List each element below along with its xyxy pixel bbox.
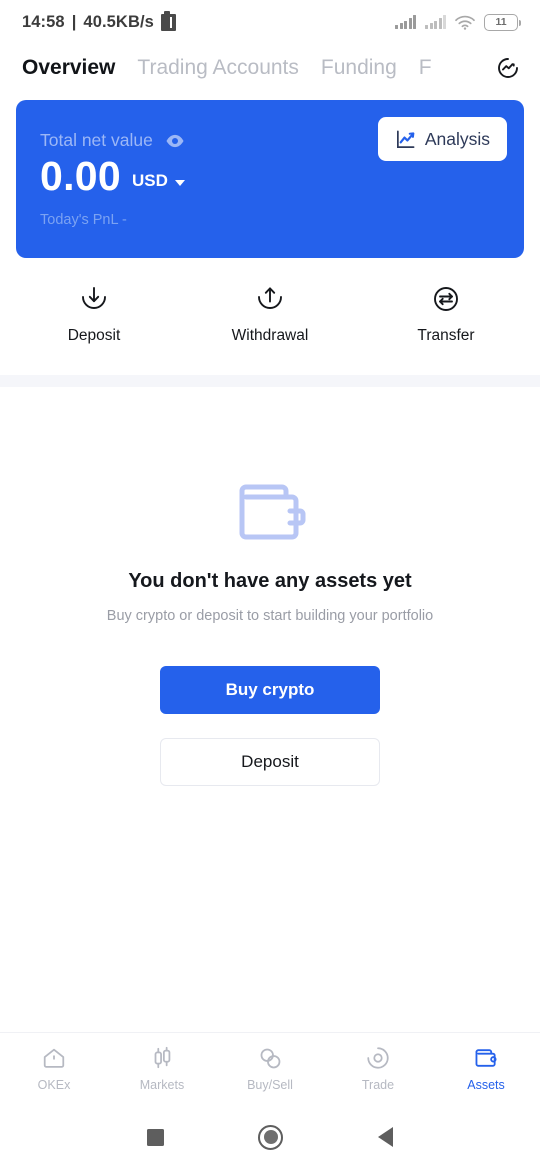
quick-actions: Deposit Withdrawal Transfer bbox=[0, 284, 540, 345]
deposit-action[interactable]: Deposit bbox=[6, 284, 182, 345]
battery-indicator: 11 bbox=[484, 13, 521, 31]
transfer-circle-icon bbox=[434, 287, 458, 311]
chevron-down-icon[interactable] bbox=[174, 180, 185, 187]
balance-card: Total net value 0.00 USD Today's PnL - A… bbox=[16, 100, 524, 258]
nav-label-trade: Trade bbox=[361, 1078, 395, 1092]
nav-item-assets[interactable]: Assets bbox=[432, 1045, 540, 1092]
top-tab-bar[interactable]: Overview Trading Accounts Funding F bbox=[0, 44, 540, 92]
recents-square-icon[interactable] bbox=[147, 1128, 165, 1146]
nav-item-trade[interactable]: Trade bbox=[324, 1045, 432, 1092]
bottom-navigation: OKEx Markets Buy/Sell Trade Assets bbox=[0, 1032, 540, 1104]
app-notification-icon bbox=[160, 10, 176, 31]
tab-funding[interactable]: Funding bbox=[321, 56, 397, 80]
battery-level: 11 bbox=[495, 16, 507, 28]
line-chart-icon bbox=[396, 130, 415, 148]
tab-trading-accounts[interactable]: Trading Accounts bbox=[137, 56, 298, 80]
deposit-button[interactable]: Deposit bbox=[160, 738, 380, 786]
tab-bar-fade bbox=[456, 44, 490, 92]
empty-state-title: You don't have any assets yet bbox=[128, 570, 412, 592]
status-time: 14:58 bbox=[22, 12, 65, 31]
nav-item-markets[interactable]: Markets bbox=[108, 1045, 216, 1092]
withdrawal-action-label: Withdrawal bbox=[231, 327, 309, 344]
total-net-value-label: Total net value bbox=[40, 130, 153, 150]
tab-financial[interactable]: F bbox=[419, 56, 432, 80]
status-bar-right: 11 bbox=[395, 13, 521, 31]
section-divider bbox=[0, 375, 540, 387]
todays-pnl-value: - bbox=[122, 212, 127, 229]
upload-circle-icon bbox=[258, 287, 282, 309]
home-icon bbox=[43, 1048, 65, 1068]
eye-icon[interactable] bbox=[165, 131, 185, 151]
analysis-button[interactable]: Analysis bbox=[377, 117, 507, 161]
nav-label-markets: Markets bbox=[139, 1078, 185, 1092]
todays-pnl-row: Today's PnL - bbox=[40, 212, 500, 228]
status-bar-left: 14:58 | 40.5KB/s bbox=[22, 10, 176, 32]
nav-label-okex: OKEx bbox=[37, 1078, 71, 1092]
wallet-icon bbox=[475, 1049, 497, 1067]
status-bar: 14:58 | 40.5KB/s 11 bbox=[0, 0, 540, 44]
nav-item-buy-sell[interactable]: Buy/Sell bbox=[216, 1045, 324, 1092]
deposit-action-label: Deposit bbox=[67, 327, 121, 344]
candlestick-icon bbox=[154, 1046, 171, 1069]
empty-state: You don't have any assets yet Buy crypto… bbox=[0, 387, 540, 786]
android-navigation-bar bbox=[0, 1104, 540, 1170]
nav-label-buy-sell: Buy/Sell bbox=[247, 1078, 293, 1092]
wallet-icon bbox=[239, 484, 306, 540]
balance-currency[interactable]: USD bbox=[132, 171, 168, 198]
two-circles-icon bbox=[260, 1048, 281, 1069]
back-triangle-icon[interactable] bbox=[377, 1127, 393, 1147]
download-circle-icon bbox=[82, 287, 106, 309]
refresh-circle-icon[interactable] bbox=[492, 52, 524, 84]
nav-label-assets: Assets bbox=[467, 1078, 505, 1092]
status-separator: | bbox=[71, 12, 77, 31]
app-screen: 14:58 | 40.5KB/s 11 Overview Trading Acc… bbox=[0, 0, 540, 1170]
nav-item-okex[interactable]: OKEx bbox=[0, 1045, 108, 1092]
transfer-action[interactable]: Transfer bbox=[358, 284, 534, 345]
todays-pnl-label: Today's PnL bbox=[40, 212, 119, 229]
tab-overview[interactable]: Overview bbox=[22, 56, 115, 80]
wifi-icon bbox=[455, 15, 475, 30]
balance-amount-row: 0.00 USD bbox=[40, 153, 500, 199]
transfer-action-label: Transfer bbox=[417, 327, 475, 344]
signal-bars-icon bbox=[395, 15, 416, 29]
empty-state-subtitle: Buy crypto or deposit to start building … bbox=[106, 608, 434, 624]
network-speed: 40.5KB/s bbox=[83, 12, 154, 31]
analysis-label: Analysis bbox=[424, 128, 490, 149]
withdrawal-action[interactable]: Withdrawal bbox=[182, 284, 358, 345]
buy-crypto-button[interactable]: Buy crypto bbox=[160, 666, 380, 714]
signal-bars-secondary-icon bbox=[425, 15, 446, 29]
trade-circle-icon bbox=[367, 1047, 389, 1069]
balance-amount: 0.00 bbox=[40, 153, 121, 199]
home-circle-icon[interactable] bbox=[258, 1124, 284, 1150]
